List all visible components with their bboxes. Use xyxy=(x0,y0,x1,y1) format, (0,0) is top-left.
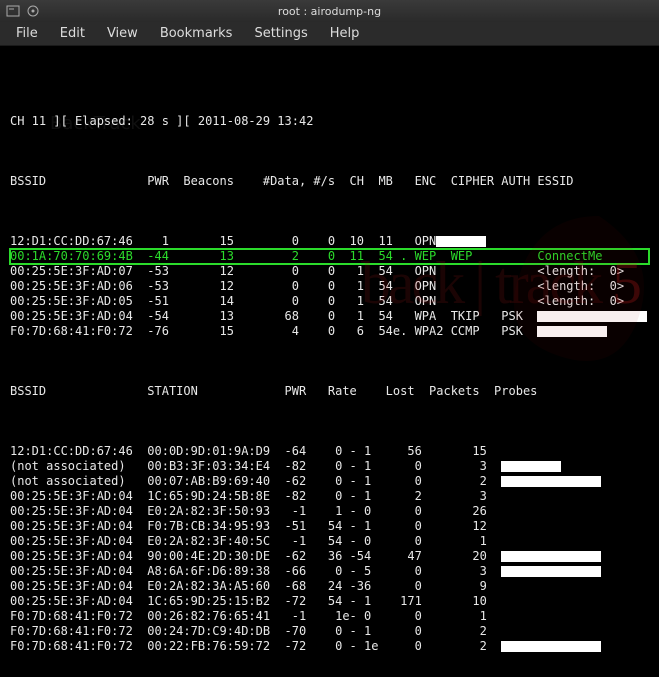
station-row: F0:7D:68:41:F0:72 00:26:82:76:65:41 -1 1… xyxy=(10,609,649,624)
redacted-text xyxy=(501,566,601,577)
station-row: 00:25:5E:3F:AD:04 E0:2A:82:3F:40:5C -1 5… xyxy=(10,534,649,549)
ap-row: 00:25:5E:3F:AD:05 -51 14 0 0 1 54 OPN <l… xyxy=(10,294,649,309)
ap-header: BSSID PWR Beacons #Data, #/s CH MB ENC C… xyxy=(10,174,649,189)
menu-view[interactable]: View xyxy=(97,23,148,44)
ap-row: 00:25:5E:3F:AD:06 -53 12 0 0 1 54 OPN <l… xyxy=(10,279,649,294)
menu-edit[interactable]: Edit xyxy=(50,23,95,44)
menu-help[interactable]: Help xyxy=(320,23,370,44)
menu-bookmarks[interactable]: Bookmarks xyxy=(150,23,243,44)
terminal-output[interactable]: BackTrack back | track 5 CH 11 ][ Elapse… xyxy=(0,46,659,677)
station-row: 00:25:5E:3F:AD:04 E0:2A:82:3A:A5:60 -68 … xyxy=(10,579,649,594)
station-row: 00:25:5E:3F:AD:04 1C:65:9D:25:15:B2 -72 … xyxy=(10,594,649,609)
redacted-text xyxy=(501,641,601,652)
station-row: 00:25:5E:3F:AD:04 A8:6A:6F:D6:89:38 -66 … xyxy=(10,564,649,579)
redacted-text xyxy=(501,551,601,562)
redacted-text xyxy=(436,236,486,247)
ap-row: F0:7D:68:41:F0:72 -76 15 4 0 6 54e. WPA2… xyxy=(10,324,649,339)
app-icon xyxy=(6,4,20,18)
station-row: 12:D1:CC:DD:67:46 00:0D:9D:01:9A:D9 -64 … xyxy=(10,444,649,459)
ap-row: 00:25:5E:3F:AD:04 -54 13 68 0 1 54 WPA T… xyxy=(10,309,649,324)
station-row: F0:7D:68:41:F0:72 00:22:FB:76:59:72 -72 … xyxy=(10,639,649,654)
status-line: CH 11 ][ Elapsed: 28 s ][ 2011-08-29 13:… xyxy=(10,114,649,129)
menubar: File Edit View Bookmarks Settings Help xyxy=(0,22,659,46)
session-icon xyxy=(26,4,40,18)
ap-row: 00:25:5E:3F:AD:07 -53 12 0 0 1 54 OPN <l… xyxy=(10,264,649,279)
window-title: root : airodump-ng xyxy=(278,5,381,18)
station-row: (not associated) 00:B3:3F:03:34:E4 -82 0… xyxy=(10,459,649,474)
redacted-text xyxy=(537,326,607,337)
station-row: 00:25:5E:3F:AD:04 1C:65:9D:24:5B:8E -82 … xyxy=(10,489,649,504)
redacted-text xyxy=(501,476,601,487)
highlighted-ap-row: 00:1A:70:70:69:4B -44 13 2 0 11 54 . WEP… xyxy=(10,249,649,264)
redacted-text xyxy=(501,461,561,472)
station-header: BSSID STATION PWR Rate Lost Packets Prob… xyxy=(10,384,649,399)
station-row: F0:7D:68:41:F0:72 00:24:7D:C9:4D:DB -70 … xyxy=(10,624,649,639)
station-row: 00:25:5E:3F:AD:04 90:00:4E:2D:30:DE -62 … xyxy=(10,549,649,564)
station-row: 00:25:5E:3F:AD:04 E0:2A:82:3F:50:93 -1 1… xyxy=(10,504,649,519)
menu-file[interactable]: File xyxy=(6,23,48,44)
ap-row: 12:D1:CC:DD:67:46 1 15 0 0 10 11 OPN xyxy=(10,234,649,249)
window-titlebar: root : airodump-ng xyxy=(0,0,659,22)
menu-settings[interactable]: Settings xyxy=(244,23,317,44)
station-row: 00:25:5E:3F:AD:04 F0:7B:CB:34:95:93 -51 … xyxy=(10,519,649,534)
redacted-text xyxy=(537,311,647,322)
station-row: (not associated) 00:07:AB:B9:69:40 -62 0… xyxy=(10,474,649,489)
